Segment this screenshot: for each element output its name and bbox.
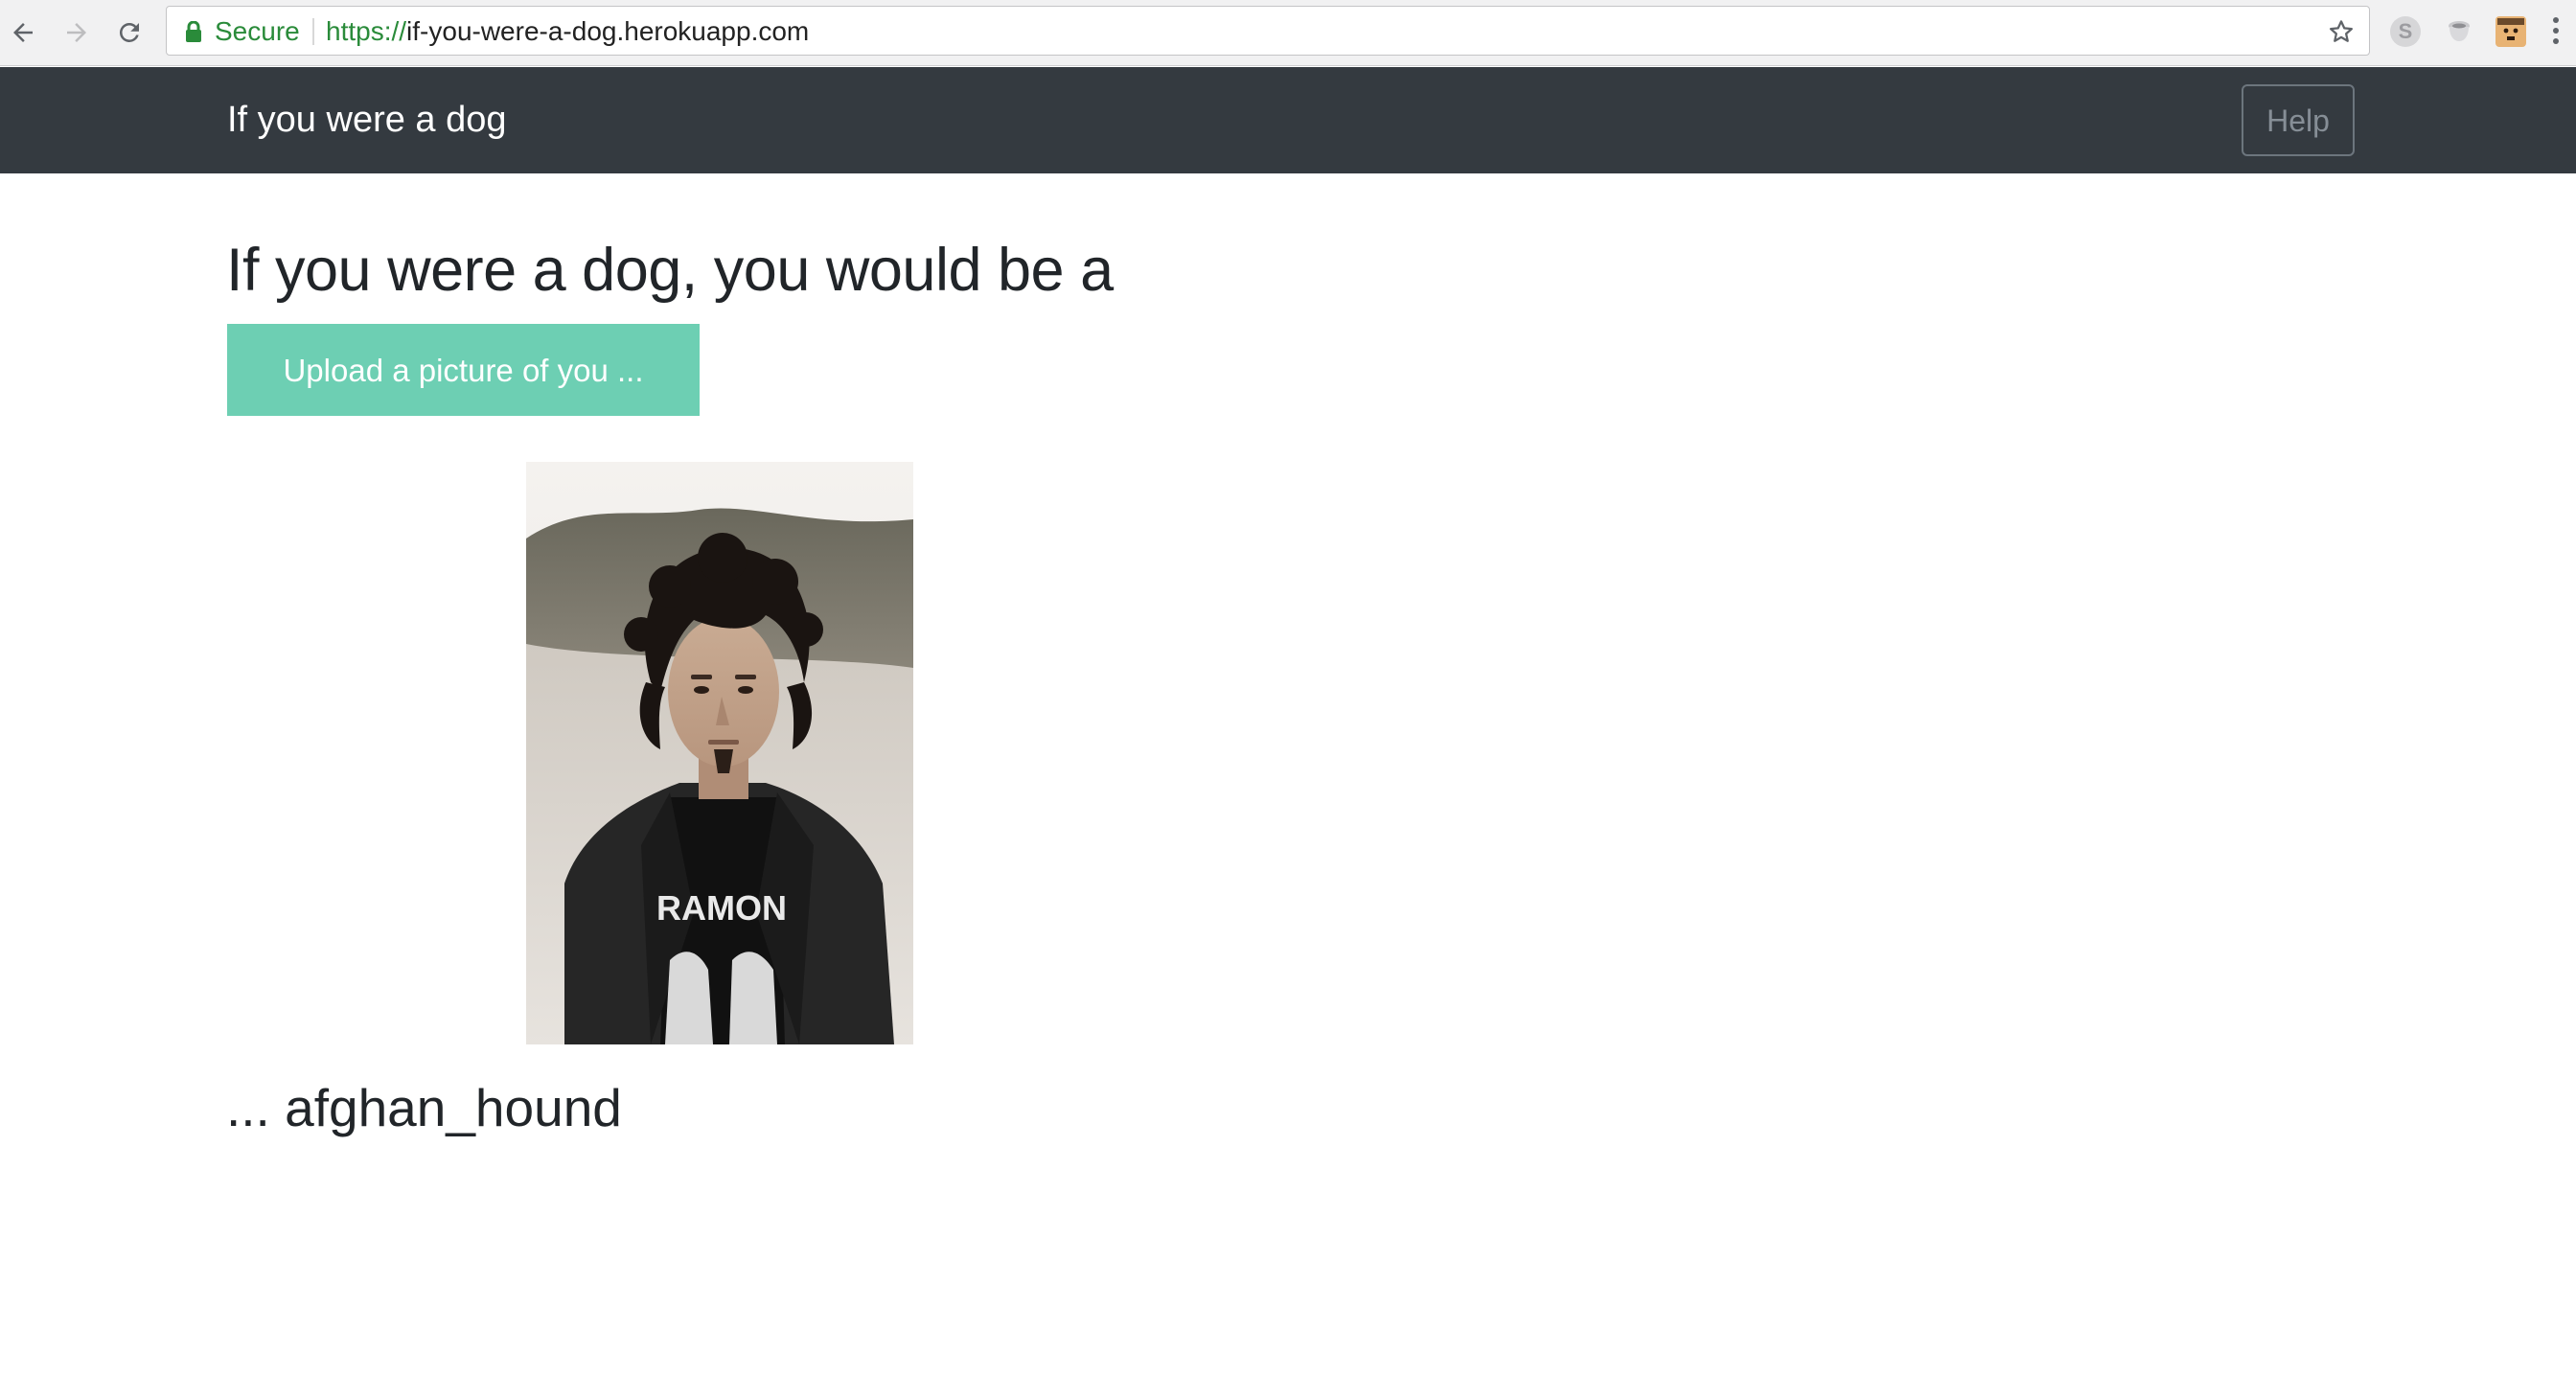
skype-extension-icon[interactable]: S xyxy=(2390,16,2421,47)
arrow-right-icon xyxy=(67,23,86,42)
uploaded-photo: RAMON xyxy=(526,462,913,1044)
lock-icon xyxy=(186,21,201,42)
brand-link[interactable]: If you were a dog xyxy=(227,67,507,173)
back-button[interactable] xyxy=(4,13,42,52)
browser-toolbar: Secure https://if-you-were-a-dog.herokua… xyxy=(0,0,2576,66)
url-scheme: https:// xyxy=(326,16,407,46)
breed-result: ... afghan_hound xyxy=(226,1078,622,1137)
star-icon[interactable] xyxy=(2327,17,2356,46)
shirt-print-text: RAMON xyxy=(656,888,787,928)
secure-label: Secure xyxy=(215,16,300,46)
url-text[interactable]: https://if-you-were-a-dog.herokuapp.com xyxy=(326,7,809,57)
omnibox-divider xyxy=(312,18,314,45)
face-extension-icon[interactable] xyxy=(2496,16,2526,47)
reload-button[interactable] xyxy=(110,13,149,52)
more-vertical-icon[interactable] xyxy=(2551,17,2561,48)
face-glyph-icon xyxy=(2497,18,2524,45)
help-button[interactable]: Help xyxy=(2242,84,2355,156)
page-title: If you were a dog, you would be a xyxy=(226,237,1114,304)
arrow-left-icon xyxy=(13,23,33,42)
cup-extension-icon[interactable] xyxy=(2444,16,2474,47)
reload-icon xyxy=(119,22,139,42)
address-bar[interactable]: Secure https://if-you-were-a-dog.herokua… xyxy=(166,6,2370,56)
site-navbar: If you were a dog Help xyxy=(0,67,2576,173)
forward-button[interactable] xyxy=(58,13,96,52)
upload-picture-button[interactable]: Upload a picture of you ... xyxy=(227,324,700,416)
url-host: if-you-were-a-dog.herokuapp.com xyxy=(406,16,810,46)
person-portrait-image: RAMON xyxy=(526,462,913,1044)
